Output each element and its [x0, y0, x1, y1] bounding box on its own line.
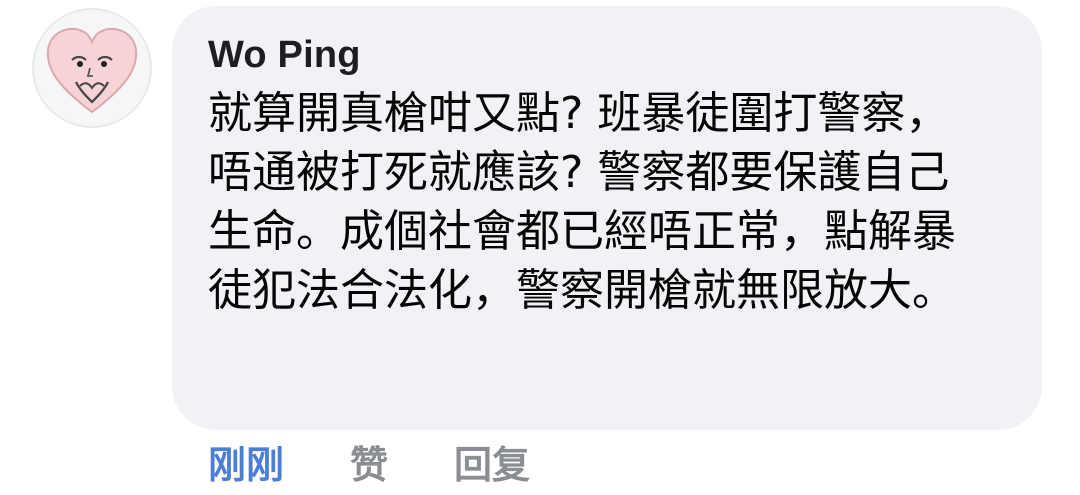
comment-text: 就算開真槍咁又點? 班暴徒圍打警察，唔通被打死就應該? 警察都要保護自己生命。成…	[208, 88, 956, 316]
reply-button[interactable]: 回复	[454, 434, 530, 489]
heart-face-avatar-icon	[46, 27, 138, 114]
comment-item: Wo Ping 就算開真槍咁又點? 班暴徒圍打警察，唔通被打死就應該? 警察都要…	[0, 0, 1080, 495]
like-button[interactable]: 赞	[350, 434, 388, 489]
author-name[interactable]: Wo Ping	[208, 32, 1012, 78]
comment-actions: 刚刚 赞 回复	[208, 434, 530, 489]
timestamp-link[interactable]: 刚刚	[208, 434, 284, 489]
comment-bubble: Wo Ping 就算開真槍咁又點? 班暴徒圍打警察，唔通被打死就應該? 警察都要…	[172, 6, 1042, 430]
avatar[interactable]	[32, 8, 152, 128]
